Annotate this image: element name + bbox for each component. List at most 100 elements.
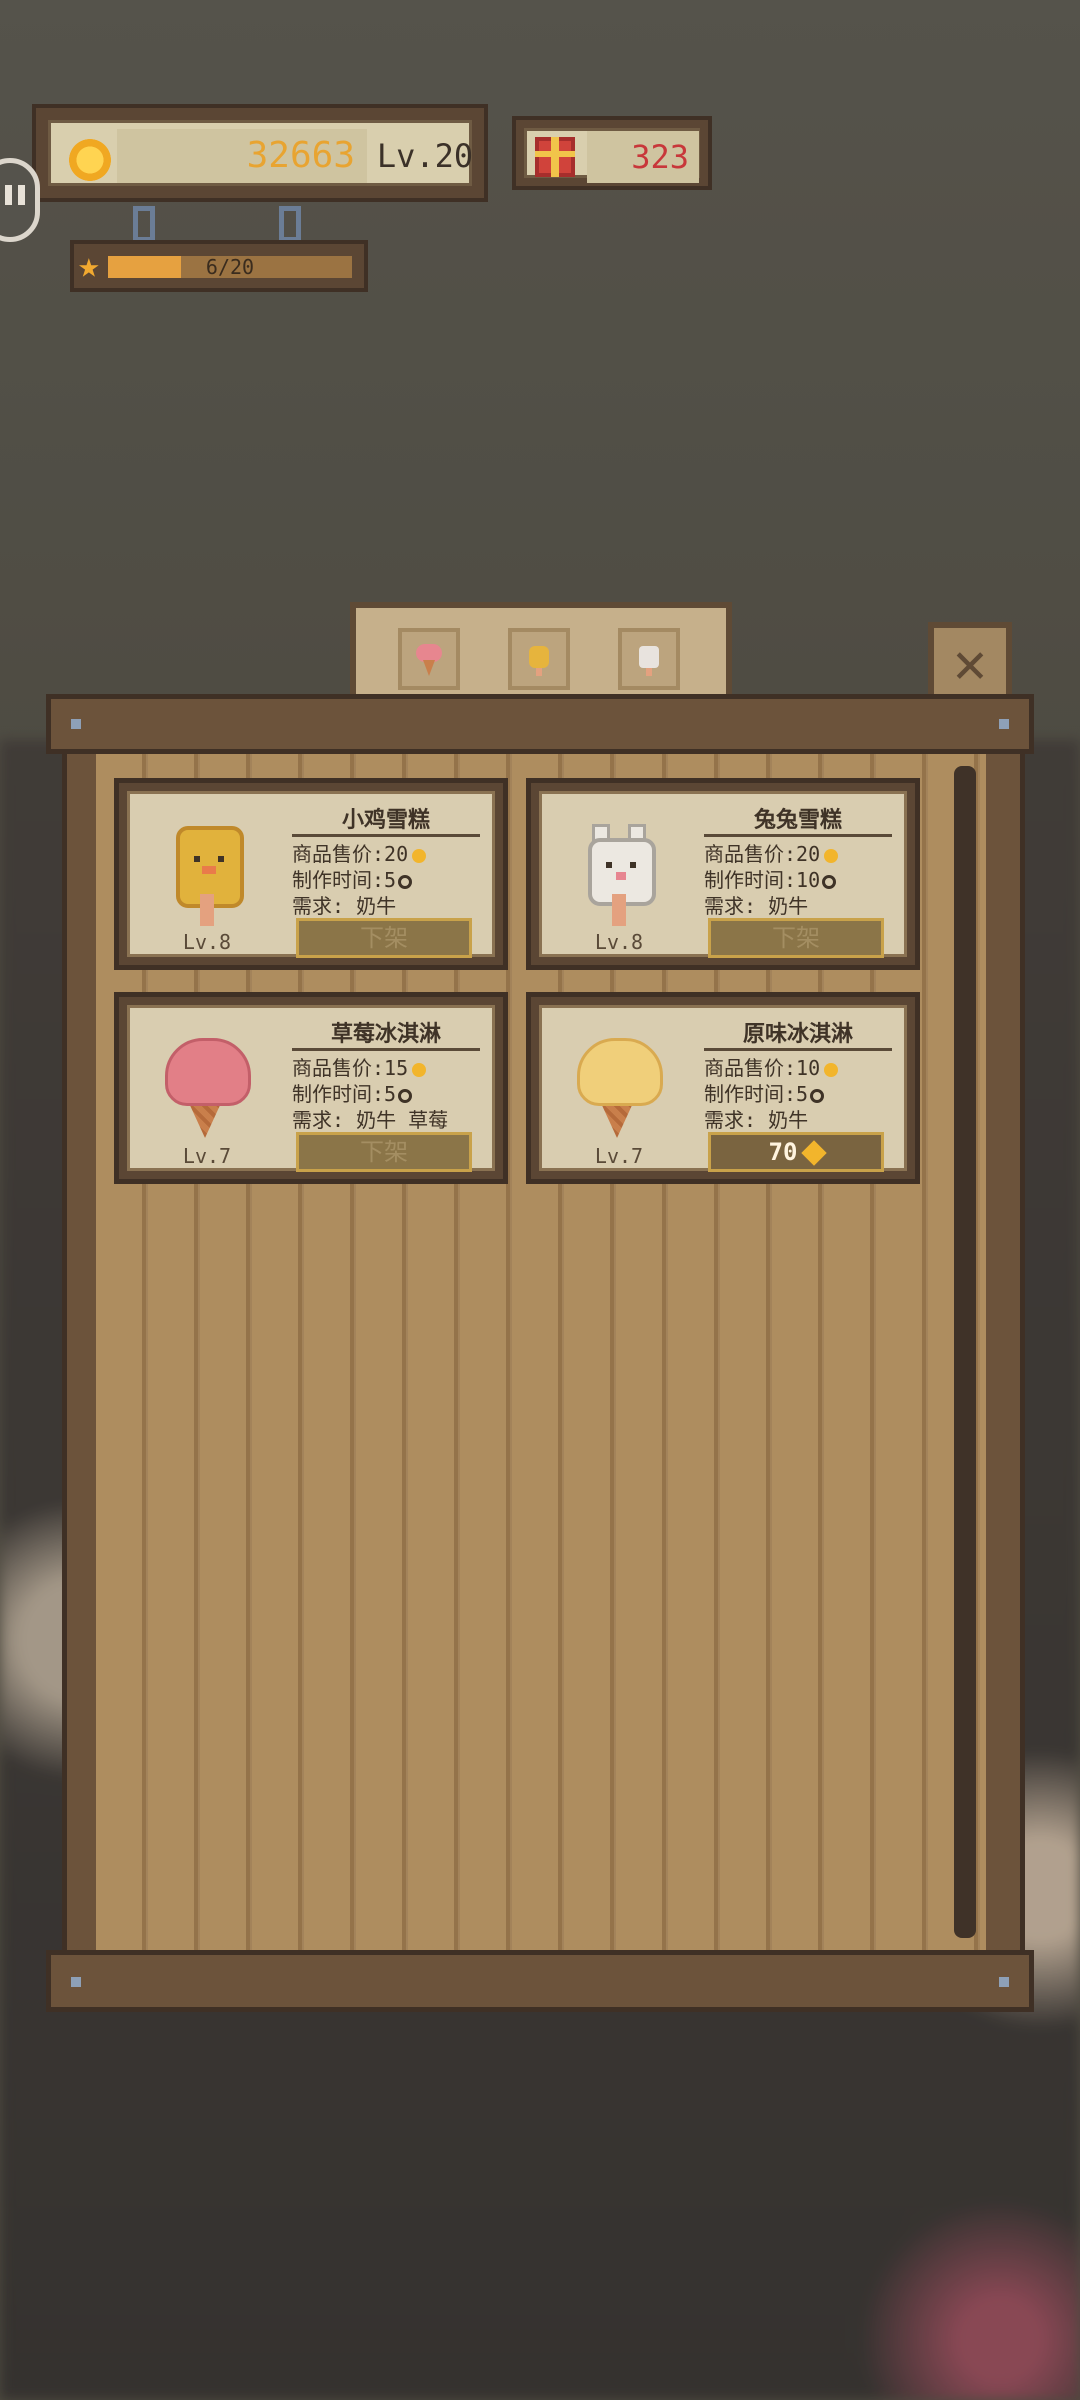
tab1-cone — [423, 660, 435, 676]
time-value: 10 — [796, 868, 821, 892]
nose-icon — [616, 872, 626, 880]
tab-chick-popsicle[interactable] — [508, 628, 570, 690]
need-value: 奶牛 — [768, 1108, 809, 1132]
popsicle-stick — [200, 894, 214, 926]
tab2-stick — [536, 668, 542, 676]
chick-popsicle-image — [160, 824, 250, 926]
rivet-icon — [71, 719, 81, 729]
item-need-row: 需求: 奶牛 — [704, 1104, 808, 1133]
need-label: 需求: — [292, 1108, 345, 1132]
item-title: 小鸡雪糕 — [292, 802, 480, 837]
strawberry-icecream-image — [160, 1038, 251, 1138]
rivet-icon — [999, 1977, 1009, 1987]
vanilla-scoop — [577, 1038, 663, 1106]
gift-box-icon — [535, 137, 575, 177]
tab3-popsicle — [639, 646, 659, 668]
unlock-price-button[interactable]: 70 — [708, 1132, 884, 1172]
experience-bar: ★ 6/20 — [70, 240, 368, 292]
tab-strawberry-icecream[interactable] — [398, 628, 460, 690]
bunny-popsicle-icon — [634, 640, 664, 680]
item-time-row: 制作时间:5 — [704, 1078, 825, 1107]
item-card-chick-popsicle[interactable]: Lv.8 小鸡雪糕 商品售价:20 制作时间:5 需求: 奶牛 下架 — [114, 778, 508, 970]
need-label: 需求: — [704, 1108, 757, 1132]
price-value: 20 — [796, 842, 821, 866]
rivet-icon — [71, 1977, 81, 1987]
eye-icon — [218, 856, 224, 862]
item-card-strawberry-icecream[interactable]: Lv.7 草莓冰淇淋 商品售价:15 制作时间:5 需求: 奶牛 草莓 下架 — [114, 992, 508, 1184]
price-value: 20 — [384, 842, 409, 866]
tab2-popsicle — [529, 646, 549, 668]
experience-text: 6/20 — [205, 255, 255, 279]
tab-bunny-popsicle[interactable] — [618, 628, 680, 690]
clock-icon — [822, 874, 837, 889]
price-label: 商品售价: — [704, 842, 797, 866]
chick-popsicle-icon — [524, 640, 554, 680]
item-time-row: 制作时间:10 — [704, 864, 837, 893]
item-need-row: 需求: 奶牛 — [704, 890, 808, 919]
coin-icon — [412, 848, 427, 863]
time-label: 制作时间: — [292, 1082, 385, 1106]
item-price-row: 商品售价:20 — [292, 838, 427, 867]
popsicle-stick — [612, 894, 626, 926]
menu-dot-left — [5, 185, 12, 205]
gift-count: 323 — [587, 131, 699, 183]
beak-icon — [202, 866, 216, 874]
chain-right — [279, 206, 301, 242]
item-need-row: 需求: 奶牛 — [292, 890, 396, 919]
strawberry-scoop — [165, 1038, 251, 1106]
remove-button[interactable]: 下架 — [296, 1132, 472, 1172]
time-label: 制作时间: — [704, 1082, 797, 1106]
vanilla-icecream-image — [572, 1038, 663, 1138]
gold-amount: 32663 — [117, 129, 367, 183]
need-value: 奶牛 — [356, 894, 397, 918]
item-card-vanilla-icecream[interactable]: Lv.7 原味冰淇淋 商品售价:10 制作时间:5 需求: 奶牛 70 — [526, 992, 920, 1184]
rivet-icon — [999, 719, 1009, 729]
gold-coin-icon — [69, 139, 111, 181]
eye-icon — [630, 862, 636, 868]
item-title: 草莓冰淇淋 — [292, 1016, 480, 1051]
clock-icon — [398, 874, 413, 889]
eye-icon — [194, 856, 200, 862]
price-value: 15 — [384, 1056, 409, 1080]
item-price-row: 商品售价:15 — [292, 1052, 427, 1081]
item-level: Lv.8 — [182, 930, 232, 954]
need-value: 奶牛 — [768, 894, 809, 918]
list-scrollbar[interactable] — [954, 766, 976, 1938]
chain-left — [133, 206, 155, 242]
coin-icon — [412, 1062, 427, 1077]
item-level: Lv.7 — [594, 1144, 644, 1168]
time-value: 5 — [384, 868, 397, 892]
tab1-scoop — [416, 644, 442, 662]
gold-panel: 32663 Lv.20 — [32, 104, 488, 202]
price-label: 商品售价: — [292, 842, 385, 866]
experience-track: 6/20 — [108, 256, 352, 278]
item-time-row: 制作时间:5 — [292, 864, 413, 893]
coin-icon — [824, 848, 839, 863]
item-title: 兔兔雪糕 — [704, 802, 892, 837]
clock-icon — [810, 1088, 825, 1103]
item-price-row: 商品售价:10 — [704, 1052, 839, 1081]
time-label: 制作时间: — [292, 868, 385, 892]
price-label: 商品售价: — [704, 1056, 797, 1080]
item-card-bunny-popsicle[interactable]: Lv.8 兔兔雪糕 商品售价:20 制作时间:10 需求: 奶牛 下架 — [526, 778, 920, 970]
remove-button[interactable]: 下架 — [708, 918, 884, 958]
time-value: 5 — [796, 1082, 809, 1106]
item-time-row: 制作时间:5 — [292, 1078, 413, 1107]
menu-side-button[interactable] — [0, 158, 40, 242]
item-level: Lv.8 — [594, 930, 644, 954]
player-level: Lv.20 — [376, 137, 474, 175]
item-price-row: 商品售价:20 — [704, 838, 839, 867]
price-label: 商品售价: — [292, 1056, 385, 1080]
item-need-row: 需求: 奶牛 草莓 — [292, 1104, 448, 1133]
close-icon: ✕ — [953, 631, 987, 696]
gift-panel[interactable]: 323 — [512, 116, 712, 190]
need-label: 需求: — [292, 894, 345, 918]
coin-icon — [824, 1062, 839, 1077]
board-bottom-frame — [46, 1950, 1034, 2012]
remove-button[interactable]: 下架 — [296, 918, 472, 958]
time-label: 制作时间: — [704, 868, 797, 892]
board-right-frame — [986, 750, 1025, 1954]
coin-icon — [801, 1140, 828, 1166]
price-value: 10 — [796, 1056, 821, 1080]
tab3-stick — [646, 668, 652, 676]
